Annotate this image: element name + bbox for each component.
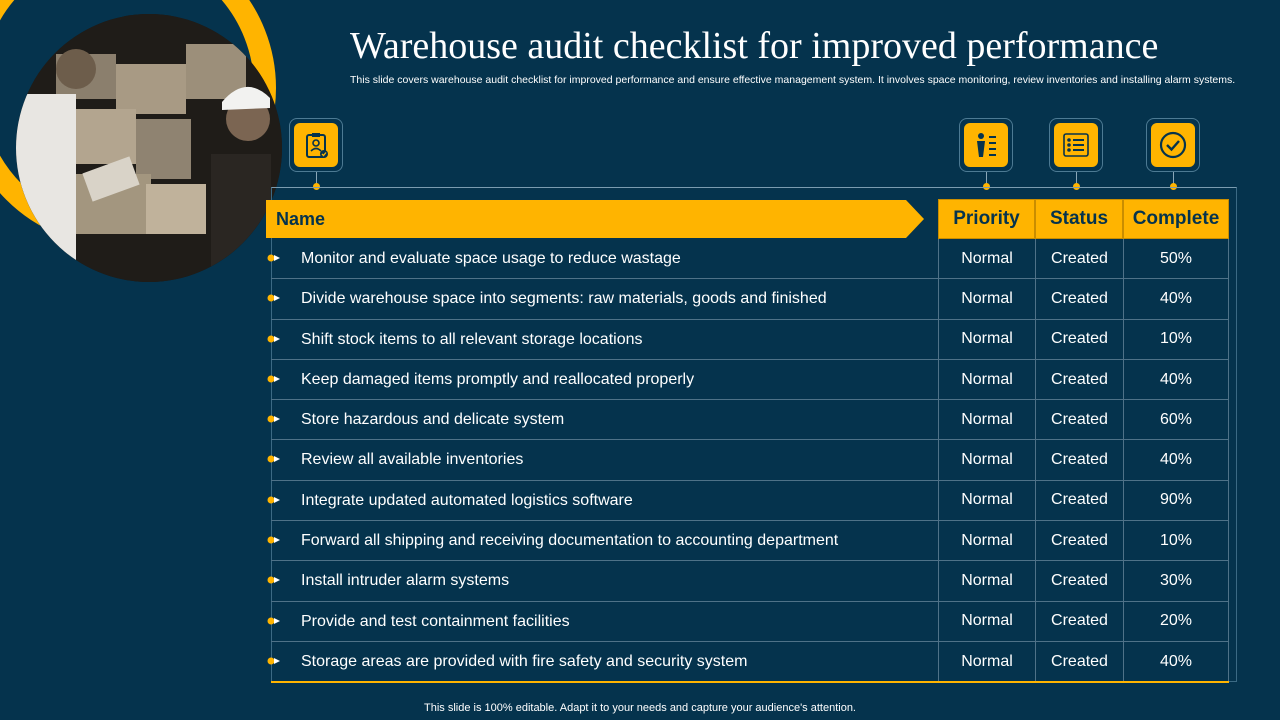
complete-cell: 10% (1123, 521, 1229, 561)
check-circle-icon (1159, 131, 1187, 159)
table-row: Provide and test containment facilities N… (267, 601, 1229, 642)
table-row: Forward all shipping and receiving docum… (267, 521, 1229, 562)
footer-note: This slide is 100% editable. Adapt it to… (424, 702, 856, 714)
priority-cell: Normal (938, 239, 1035, 279)
priority-cell: Normal (938, 440, 1035, 480)
task-name: Integrate updated automated logistics so… (301, 491, 633, 509)
table-row: Keep damaged items promptly and realloca… (267, 359, 1229, 401)
task-name: Shift stock items to all relevant storag… (301, 330, 643, 348)
table-bottom-accent (271, 681, 1229, 683)
arrow-bullet-icon (267, 617, 280, 625)
status-cell: Created (1035, 440, 1123, 480)
complete-cell: 90% (1123, 480, 1229, 521)
status-cell: Created (1035, 239, 1123, 279)
complete-cell: 40% (1123, 279, 1229, 319)
table-row: Review all available inventories Normal Cr… (267, 440, 1229, 481)
table-row: Divide warehouse space into segments: ra… (267, 279, 1229, 320)
priority-cell: Normal (938, 480, 1035, 521)
priority-header: Priority (938, 199, 1035, 239)
task-name: Divide warehouse space into segments: ra… (301, 290, 827, 308)
status-column-icon-box (1049, 118, 1103, 172)
priority-cell: Normal (938, 359, 1035, 400)
checklist-table-body: Monitor and evaluate space usage to redu… (267, 239, 1229, 683)
table-row: Storage areas are provided with fire saf… (267, 641, 1229, 683)
page-subtitle: This slide covers warehouse audit checkl… (350, 74, 1236, 86)
checklist-icon (1063, 133, 1089, 157)
complete-cell: 60% (1123, 400, 1229, 440)
warehouse-photo (16, 14, 282, 282)
task-name: Keep damaged items promptly and realloca… (301, 370, 695, 388)
arrow-bullet-icon (267, 415, 280, 423)
task-name: Review all available inventories (301, 451, 524, 469)
table-row: Store hazardous and delicate system Norma… (267, 400, 1229, 441)
complete-cell: 40% (1123, 440, 1229, 480)
status-cell: Created (1035, 641, 1123, 682)
task-name: Provide and test containment facilities (301, 612, 570, 630)
arrow-bullet-icon (267, 455, 280, 463)
priority-column-icon-box (959, 118, 1013, 172)
priority-cell: Normal (938, 400, 1035, 440)
person-priority-list-icon (977, 133, 996, 157)
name-column-icon-box (289, 118, 343, 172)
task-name: Monitor and evaluate space usage to redu… (301, 250, 681, 267)
name-header: Name (266, 200, 924, 238)
complete-cell: 20% (1123, 601, 1229, 641)
name-header-label: Name (276, 209, 326, 229)
task-name: Install intruder alarm systems (301, 572, 510, 590)
priority-cell: Normal (938, 279, 1035, 319)
task-name: Forward all shipping and receiving docum… (301, 532, 839, 550)
table-row: Shift stock items to all relevant storag… (267, 319, 1229, 360)
status-cell: Created (1035, 400, 1123, 440)
table-row: Monitor and evaluate space usage to redu… (267, 239, 1229, 280)
page-title: Warehouse audit checklist for improved p… (350, 25, 1159, 67)
arrow-bullet-icon (267, 254, 280, 262)
priority-cell: Normal (938, 561, 1035, 601)
arrow-bullet-icon (267, 496, 280, 504)
complete-column-icon-box (1146, 118, 1200, 172)
priority-cell: Normal (938, 601, 1035, 641)
complete-cell: 40% (1123, 359, 1229, 400)
priority-cell: Normal (938, 521, 1035, 561)
arrow-bullet-icon (267, 576, 280, 584)
task-name: Store hazardous and delicate system (301, 411, 565, 429)
arrow-bullet-icon (267, 375, 280, 383)
status-cell: Created (1035, 480, 1123, 521)
task-name: Storage areas are provided with fire saf… (301, 652, 748, 670)
status-header: Status (1035, 199, 1123, 239)
status-cell: Created (1035, 601, 1123, 641)
status-cell: Created (1035, 561, 1123, 601)
arrow-bullet-icon (267, 335, 280, 343)
status-cell: Created (1035, 279, 1123, 319)
arrow-bullet-icon (267, 536, 280, 544)
complete-cell: 10% (1123, 319, 1229, 359)
complete-cell: 30% (1123, 561, 1229, 601)
priority-cell: Normal (938, 319, 1035, 359)
complete-header: Complete (1123, 199, 1229, 239)
complete-cell: 50% (1123, 239, 1229, 279)
priority-cell: Normal (938, 641, 1035, 682)
clipboard-badge-icon (306, 133, 328, 158)
table-row: Install intruder alarm systems Normal Crea… (267, 561, 1229, 602)
complete-cell: 40% (1123, 641, 1229, 682)
arrow-bullet-icon (267, 657, 280, 665)
arrow-bullet-icon (267, 294, 280, 302)
status-cell: Created (1035, 319, 1123, 359)
status-cell: Created (1035, 521, 1123, 561)
table-row: Integrate updated automated logistics so… (267, 480, 1229, 522)
status-cell: Created (1035, 359, 1123, 400)
